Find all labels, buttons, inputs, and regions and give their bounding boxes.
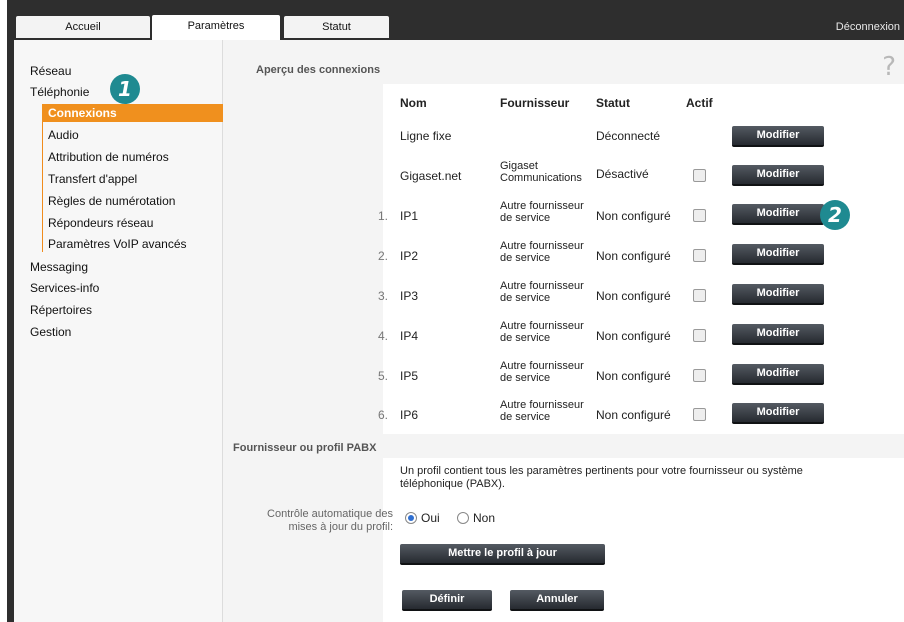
- connection-status: Non configuré: [596, 408, 671, 422]
- main-panel: Aperçu des connexions ? Nom Fournisseur …: [223, 40, 904, 622]
- connection-status: Non configuré: [596, 329, 671, 343]
- connection-provider-line2: de service: [500, 252, 551, 264]
- column-header-status: Statut: [596, 96, 630, 110]
- connection-provider-line1: Autre fournisseur: [500, 360, 584, 372]
- connection-provider-line2: Communications: [500, 172, 582, 184]
- connection-provider-line1: Gigaset: [500, 160, 538, 172]
- auto-update-yes-radio[interactable]: [405, 512, 417, 524]
- sidebar-item-attribution[interactable]: Attribution de numéros: [48, 150, 169, 164]
- tab-parametres[interactable]: Paramètres: [152, 15, 280, 40]
- connection-provider-line2: de service: [500, 332, 551, 344]
- active-checkbox[interactable]: [693, 249, 706, 262]
- auto-update-label: Contrôle automatique des mises à jour du…: [233, 508, 393, 534]
- column-header-active: Actif: [686, 96, 713, 110]
- modify-button-ip4[interactable]: Modifier: [732, 324, 824, 345]
- help-icon[interactable]: ?: [882, 52, 896, 82]
- connection-name: Ligne fixe: [400, 129, 452, 143]
- active-checkbox[interactable]: [693, 289, 706, 302]
- logout-link[interactable]: Déconnexion: [836, 16, 900, 38]
- profile-description: Un profil contient tous les paramètres p…: [400, 465, 870, 491]
- tab-accueil[interactable]: Accueil: [16, 16, 150, 38]
- sidebar-item-regles[interactable]: Règles de numérotation: [48, 194, 175, 208]
- connection-name: IP5: [400, 369, 419, 383]
- connection-provider-line2: de service: [500, 372, 551, 384]
- connection-provider-line2: de service: [500, 411, 551, 423]
- connection-status: Désactivé: [596, 167, 649, 181]
- auto-update-yes-label: Oui: [421, 511, 440, 525]
- define-button[interactable]: Définir: [402, 590, 492, 611]
- callout-badge-two: 2: [820, 200, 850, 230]
- auto-update-no-label: Non: [473, 511, 496, 525]
- connection-name: Gigaset.net: [400, 169, 462, 183]
- sidebar-item-repondeurs[interactable]: Répondeurs réseau: [48, 216, 153, 230]
- modify-button-ip1[interactable]: Modifier: [732, 204, 824, 225]
- auto-update-label-line1: Contrôle automatique des: [267, 508, 393, 520]
- connection-provider-line2: de service: [500, 292, 551, 304]
- active-checkbox[interactable]: [693, 209, 706, 222]
- profile-description-line1: Un profil contient tous les paramètres p…: [400, 465, 803, 477]
- row-number: 3.: [377, 289, 388, 303]
- sidebar-item-audio[interactable]: Audio: [48, 128, 79, 142]
- sidebar-item-voip[interactable]: Paramètres VoIP avancés: [48, 237, 187, 251]
- modify-button-ligne-fixe[interactable]: Modifier: [732, 126, 824, 147]
- connection-provider-line1: Autre fournisseur: [500, 399, 584, 411]
- connection-status: Non configuré: [596, 209, 671, 223]
- sidebar-item-transfert[interactable]: Transfert d'appel: [48, 172, 137, 186]
- row-number: 4.: [377, 329, 388, 343]
- column-header-name: Nom: [400, 96, 427, 110]
- connection-provider-line1: Autre fournisseur: [500, 280, 584, 292]
- column-header-provider: Fournisseur: [500, 96, 570, 110]
- row-number: 2.: [377, 249, 388, 263]
- auto-update-label-line2: mises à jour du profil:: [288, 521, 393, 533]
- sidebar-item-services-info[interactable]: Services-info: [30, 281, 99, 295]
- sidebar-item-reseau[interactable]: Réseau: [30, 64, 71, 78]
- connection-name: IP2: [400, 249, 419, 263]
- update-profile-button[interactable]: Mettre le profil à jour: [400, 544, 605, 565]
- active-checkbox[interactable]: [693, 369, 706, 382]
- sidebar-item-repertoires[interactable]: Répertoires: [30, 303, 92, 317]
- cancel-button[interactable]: Annuler: [510, 590, 604, 611]
- modify-button-ip5[interactable]: Modifier: [732, 364, 824, 385]
- profile-title: Fournisseur ou profil PABX: [233, 442, 377, 454]
- connection-status: Non configuré: [596, 289, 671, 303]
- connection-name: IP3: [400, 289, 419, 303]
- connection-name: IP1: [400, 209, 419, 223]
- sidebar: Réseau Téléphonie Connexions Audio Attri…: [14, 40, 227, 622]
- sidebar-item-messaging[interactable]: Messaging: [30, 260, 88, 274]
- connection-provider-line1: Autre fournisseur: [500, 200, 584, 212]
- overview-title: Aperçu des connexions: [256, 64, 381, 76]
- active-checkbox[interactable]: [693, 329, 706, 342]
- connection-status: Non configuré: [596, 249, 671, 263]
- connection-name: IP6: [400, 408, 419, 422]
- sidebar-item-connexions[interactable]: Connexions: [42, 104, 227, 122]
- connection-status: Déconnecté: [596, 129, 661, 143]
- modify-button-ip6[interactable]: Modifier: [732, 403, 824, 424]
- modify-button-ip3[interactable]: Modifier: [732, 284, 824, 305]
- profile-description-line2: téléphonique (PABX).: [400, 478, 505, 490]
- connections-table: Nom Fournisseur Statut Actif Ligne fixe …: [378, 84, 904, 434]
- connection-provider-line1: Autre fournisseur: [500, 320, 584, 332]
- content-area: Réseau Téléphonie Connexions Audio Attri…: [14, 40, 904, 622]
- modify-button-gigaset[interactable]: Modifier: [732, 165, 824, 186]
- row-number: 6.: [377, 408, 388, 422]
- submenu-line: [42, 104, 43, 252]
- connection-provider-line1: Autre fournisseur: [500, 240, 584, 252]
- active-checkbox[interactable]: [693, 408, 706, 421]
- tab-statut[interactable]: Statut: [284, 16, 389, 38]
- top-tabs: Accueil Paramètres Statut Déconnexion: [7, 0, 904, 40]
- callout-badge-one: 1: [110, 74, 140, 104]
- sidebar-item-telephonie[interactable]: Téléphonie: [30, 85, 89, 99]
- connection-name: IP4: [400, 329, 419, 343]
- auto-update-no-radio[interactable]: [457, 512, 469, 524]
- modify-button-ip2[interactable]: Modifier: [732, 244, 824, 265]
- sidebar-item-gestion[interactable]: Gestion: [30, 325, 71, 339]
- connection-provider-line2: de service: [500, 212, 551, 224]
- active-checkbox[interactable]: [693, 169, 706, 182]
- row-number: 1.: [377, 209, 388, 223]
- row-number: 5.: [377, 369, 388, 383]
- connection-status: Non configuré: [596, 369, 671, 383]
